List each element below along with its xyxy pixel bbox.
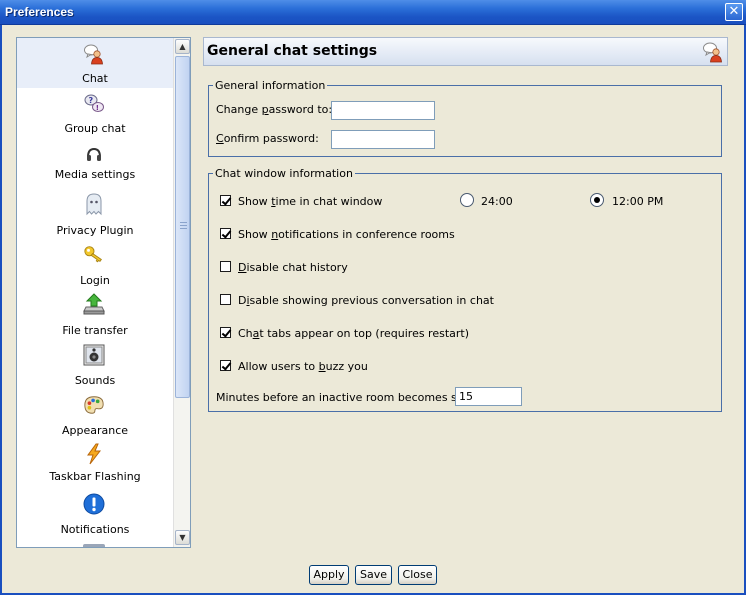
label-text: Show xyxy=(238,228,272,241)
label-text: Change xyxy=(216,103,262,116)
sidebar-item-label: File transfer xyxy=(62,324,128,337)
sidebar-item-label: Group chat xyxy=(64,122,126,135)
sidebar-item-label: Media settings xyxy=(54,168,136,181)
svg-text:?: ? xyxy=(89,96,94,105)
show-notifications-label[interactable]: Show notifications in conference rooms xyxy=(238,228,455,241)
exclamation-icon xyxy=(83,493,105,515)
chat-person-icon xyxy=(83,43,105,65)
label-text: Ch xyxy=(238,327,253,340)
show-time-label[interactable]: Show time in chat window xyxy=(238,195,382,208)
sidebar-scrollbar[interactable]: ▲ ▼ xyxy=(173,38,190,547)
sidebar-item-privacy-plugin[interactable]: Privacy Plugin xyxy=(17,188,173,238)
scroll-thumb-grip xyxy=(180,222,187,230)
palette-icon xyxy=(83,394,105,416)
show-time-checkbox[interactable] xyxy=(220,195,231,206)
general-information-group: General information xyxy=(208,79,722,157)
time-format-12h-label[interactable]: 12:00 PM xyxy=(612,195,663,208)
chat-tabs-on-top-label[interactable]: Chat tabs appear on top (requires restar… xyxy=(238,327,469,340)
confirm-password-input[interactable] xyxy=(331,130,435,149)
mnemonic-key: C xyxy=(216,132,224,145)
mnemonic-key: b xyxy=(318,360,326,373)
group-legend: General information xyxy=(215,79,326,92)
key-icon xyxy=(83,243,105,265)
stale-minutes-input[interactable] xyxy=(455,387,522,406)
show-notifications-checkbox[interactable] xyxy=(220,228,231,239)
allow-buzz-checkbox[interactable] xyxy=(220,360,231,371)
disable-previous-conversation-checkbox[interactable] xyxy=(220,294,231,305)
label-text: uzz you xyxy=(325,360,368,373)
scroll-up-button[interactable]: ▲ xyxy=(175,39,190,54)
title-bar: Preferences ✕ xyxy=(0,0,746,25)
sidebar-item-media-settings[interactable]: Media settings xyxy=(17,140,173,186)
save-button[interactable]: Save xyxy=(355,565,392,585)
speaker-icon xyxy=(83,344,105,366)
mnemonic-key: p xyxy=(261,103,269,116)
preferences-nav-list: Chat ? ! Group chat Media settings Priva… xyxy=(17,38,173,547)
sidebar-item-label: Appearance xyxy=(61,424,129,437)
label-text: onfirm password: xyxy=(223,132,319,145)
ghost-icon xyxy=(83,193,105,216)
file-transfer-icon xyxy=(83,293,105,315)
label-text: assword to: xyxy=(268,103,333,116)
disable-previous-conversation-label[interactable]: Disable showing previous conversation in… xyxy=(238,294,494,307)
label-text: sable showing previous conversation in c… xyxy=(249,294,494,307)
preferences-sidebar: Chat ? ! Group chat Media settings Priva… xyxy=(16,37,191,548)
sidebar-item-label: Login xyxy=(80,274,110,287)
sidebar-item-label: Notifications xyxy=(60,523,130,536)
sidebar-item-file-transfer[interactable]: File transfer xyxy=(17,290,173,338)
label-text: Allow users to xyxy=(238,360,319,373)
sidebar-item-taskbar-flashing[interactable]: Taskbar Flashing xyxy=(17,440,173,486)
window-close-button[interactable]: ✕ xyxy=(725,3,743,21)
confirm-password-label: Confirm password: xyxy=(216,132,319,145)
sidebar-item-group-chat[interactable]: ? ! Group chat xyxy=(17,90,173,138)
label-text: isable chat history xyxy=(246,261,348,274)
panel-header: General chat settings xyxy=(203,37,728,66)
group-legend: Chat window information xyxy=(215,167,353,180)
disable-history-checkbox[interactable] xyxy=(220,261,231,272)
sidebar-item-label: Privacy Plugin xyxy=(56,224,134,237)
sidebar-item-notifications[interactable]: Notifications xyxy=(17,488,173,540)
chat-tabs-on-top-checkbox[interactable] xyxy=(220,327,231,338)
change-password-input[interactable] xyxy=(331,101,435,120)
page-title: General chat settings xyxy=(207,43,378,59)
window-title: Preferences xyxy=(5,5,74,19)
label-text: otifications in conference rooms xyxy=(278,228,455,241)
group-chat-icon: ? ! xyxy=(83,93,105,115)
label-text: ime in chat window xyxy=(275,195,383,208)
time-format-24h-radio[interactable] xyxy=(460,193,474,207)
stale-minutes-label: Minutes before an inactive room becomes … xyxy=(216,391,482,404)
sidebar-item-sounds[interactable]: Sounds xyxy=(17,340,173,388)
allow-buzz-label[interactable]: Allow users to buzz you xyxy=(238,360,368,373)
close-button[interactable]: Close xyxy=(398,565,437,585)
label-text: Show xyxy=(238,195,272,208)
scroll-thumb[interactable] xyxy=(175,56,190,398)
sidebar-item-label: Sounds xyxy=(74,374,116,387)
disable-history-label[interactable]: Disable chat history xyxy=(238,261,348,274)
chat-person-icon xyxy=(702,41,724,63)
label-text: t tabs appear on top (requires restart) xyxy=(259,327,470,340)
sidebar-item-label: Chat xyxy=(82,72,108,85)
scroll-down-button[interactable]: ▼ xyxy=(175,530,190,545)
sidebar-item-label: Taskbar Flashing xyxy=(49,470,141,483)
time-format-12h-radio[interactable] xyxy=(590,193,604,207)
sidebar-item-appearance[interactable]: Appearance xyxy=(17,390,173,438)
time-format-24h-label[interactable]: 24:00 xyxy=(481,195,513,208)
window-frame-left xyxy=(0,25,2,595)
sidebar-item-login[interactable]: Login xyxy=(17,240,173,288)
sidebar-item-chat[interactable]: Chat xyxy=(17,38,173,88)
headset-icon xyxy=(83,144,105,166)
partial-next-icon xyxy=(83,544,105,547)
change-password-label: Change password to: xyxy=(216,103,332,116)
apply-button[interactable]: Apply xyxy=(309,565,349,585)
lightning-icon xyxy=(83,443,105,465)
svg-text:!: ! xyxy=(96,104,99,112)
